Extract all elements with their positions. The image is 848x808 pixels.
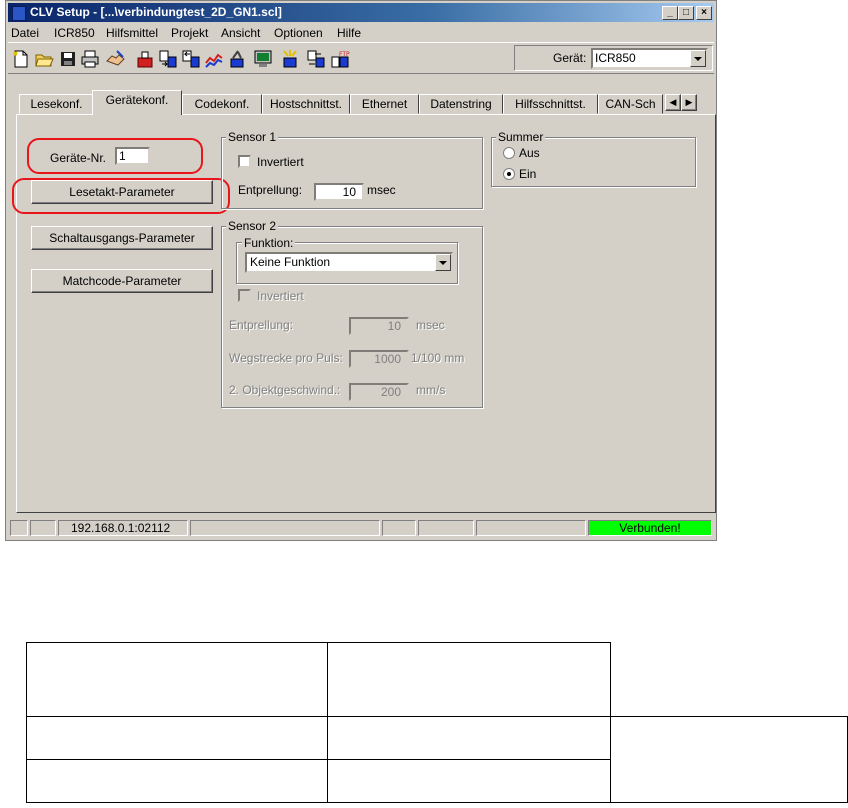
wegstrecke-input[interactable]: 1000 — [349, 350, 409, 368]
table-cell — [26, 716, 328, 760]
objektgeschwind-input[interactable]: 200 — [349, 383, 409, 401]
summer-ein-label: Ein — [519, 167, 537, 181]
sensor1-entprellung-input[interactable]: 10 — [314, 183, 364, 201]
close-button[interactable]: × — [696, 6, 712, 20]
table-cell — [26, 759, 328, 803]
table-cell — [610, 716, 848, 803]
table-cell — [610, 642, 848, 717]
sensor1-invertiert-label: Invertiert — [257, 155, 304, 169]
table-row — [26, 642, 848, 717]
chevron-down-icon[interactable] — [435, 254, 451, 271]
table-cell — [326, 642, 612, 717]
table-cell — [26, 642, 328, 717]
wegstrecke-label: Wegstrecke pro Puls: — [229, 351, 343, 365]
window-title: CLV Setup - [...\verbindungtest_2D_GN1.s… — [30, 5, 282, 19]
device-icon[interactable] — [135, 49, 155, 69]
table-row — [26, 716, 848, 803]
print-icon[interactable] — [80, 49, 100, 69]
menu-optionen[interactable]: Optionen — [274, 26, 323, 40]
status-cell-5 — [382, 520, 416, 536]
save-icon[interactable] — [58, 49, 78, 69]
menu-hilfsmittel[interactable]: Hilfsmittel — [106, 26, 158, 40]
objektgeschwind-label: 2. Objektgeschwind.: — [229, 383, 341, 397]
ftp-icon[interactable]: FTP — [330, 49, 350, 69]
tab-scroll-left-button[interactable]: ◀ — [665, 94, 681, 111]
summer-aus-radio[interactable] — [503, 147, 515, 159]
summer-aus-label: Aus — [519, 146, 540, 160]
monitor-icon[interactable] — [253, 49, 273, 69]
status-bar: 192.168.0.1:02112 Verbunden! — [8, 518, 714, 538]
tab-codekonf[interactable]: Codekonf. — [182, 94, 262, 114]
document-table — [26, 642, 848, 803]
status-address: 192.168.0.1:02112 — [58, 520, 188, 536]
graph-icon[interactable] — [204, 49, 224, 69]
funktion-value: Keine Funktion — [250, 255, 331, 269]
highlight-lesetakt — [12, 178, 230, 214]
open-folder-icon[interactable] — [34, 49, 54, 69]
table-cell — [326, 759, 612, 803]
sensor1-invertiert-checkbox[interactable] — [238, 155, 251, 168]
toolbar: FTP Gerät: ICR850 — [8, 42, 714, 74]
application-window: CLV Setup - [...\verbindungtest_2D_GN1.s… — [5, 0, 717, 541]
matchcode-parameter-button[interactable]: Matchcode-Parameter — [31, 269, 213, 293]
chevron-down-icon[interactable] — [690, 50, 706, 67]
funktion-dropdown[interactable]: Keine Funktion — [245, 252, 453, 273]
transfer-icon[interactable] — [306, 49, 326, 69]
status-cell-7 — [476, 520, 586, 536]
objektgeschwind-unit: mm/s — [416, 383, 446, 397]
maximize-button[interactable]: □ — [678, 6, 694, 20]
sensor1-entprellung-label: Entprellung: — [238, 183, 303, 197]
device-label: Gerät: — [553, 51, 587, 65]
schaltausgangs-parameter-button[interactable]: Schaltausgangs-Parameter — [31, 226, 213, 250]
menu-icr850[interactable]: ICR850 — [54, 26, 95, 40]
summer-ein-radio[interactable] — [503, 168, 515, 180]
menu-bar: Datei ICR850 Hilfsmittel Projekt Ansicht… — [8, 23, 714, 41]
handshake-icon[interactable] — [105, 49, 125, 69]
tab-geraetekonf[interactable]: Gerätekonf. — [92, 90, 182, 115]
tab-lesekonf[interactable]: Lesekonf. — [19, 94, 94, 114]
new-file-icon[interactable] — [11, 49, 31, 69]
device-value: ICR850 — [595, 51, 636, 65]
table-cell — [326, 716, 612, 760]
summer-title: Summer — [496, 130, 546, 144]
sensor2-invertiert-label: Invertiert — [257, 289, 304, 303]
sensor2-entprellung-label: Entprellung: — [229, 318, 294, 332]
app-icon — [12, 6, 26, 21]
tab-hostschnittst[interactable]: Hostschnittst. — [262, 94, 350, 114]
funktion-title: Funktion: — [242, 236, 296, 250]
status-connection-badge: Verbunden! — [588, 520, 712, 536]
menu-ansicht[interactable]: Ansicht — [221, 26, 260, 40]
highlight-geraete-nr — [27, 138, 203, 174]
device-dropdown[interactable]: ICR850 — [591, 48, 708, 69]
wizard-icon[interactable] — [280, 49, 300, 69]
tab-scroll-right-button[interactable]: ▶ — [681, 94, 697, 111]
status-cell-1 — [10, 520, 28, 536]
tab-ethernet[interactable]: Ethernet — [350, 94, 419, 114]
device-selector-frame: Gerät: ICR850 — [514, 45, 713, 71]
menu-projekt[interactable]: Projekt — [171, 26, 208, 40]
menu-hilfe[interactable]: Hilfe — [337, 26, 361, 40]
tab-hilfsschnittst[interactable]: Hilfsschnittst. — [503, 94, 598, 114]
status-cell-4 — [190, 520, 380, 536]
sensor2-entprellung-unit: msec — [416, 318, 445, 332]
sensor2-title: Sensor 2 — [226, 219, 279, 233]
upload-icon[interactable] — [158, 49, 178, 69]
download-icon[interactable] — [181, 49, 201, 69]
sensor1-entprellung-unit: msec — [367, 183, 396, 197]
sensor1-title: Sensor 1 — [226, 130, 279, 144]
sensor2-entprellung-input[interactable]: 10 — [349, 317, 409, 335]
minimize-button[interactable]: _ — [662, 6, 678, 20]
tab-can-sch[interactable]: CAN-Sch — [598, 94, 663, 114]
status-cell-2 — [30, 520, 56, 536]
tab-datenstring[interactable]: Datenstring — [419, 94, 503, 114]
menu-datei[interactable]: Datei — [11, 26, 39, 40]
sensor2-invertiert-checkbox[interactable] — [238, 289, 251, 302]
title-bar[interactable]: CLV Setup - [...\verbindungtest_2D_GN1.s… — [8, 3, 714, 22]
wegstrecke-unit: 1/100 mm — [411, 351, 465, 365]
status-cell-6 — [418, 520, 474, 536]
tools-icon[interactable] — [227, 49, 247, 69]
